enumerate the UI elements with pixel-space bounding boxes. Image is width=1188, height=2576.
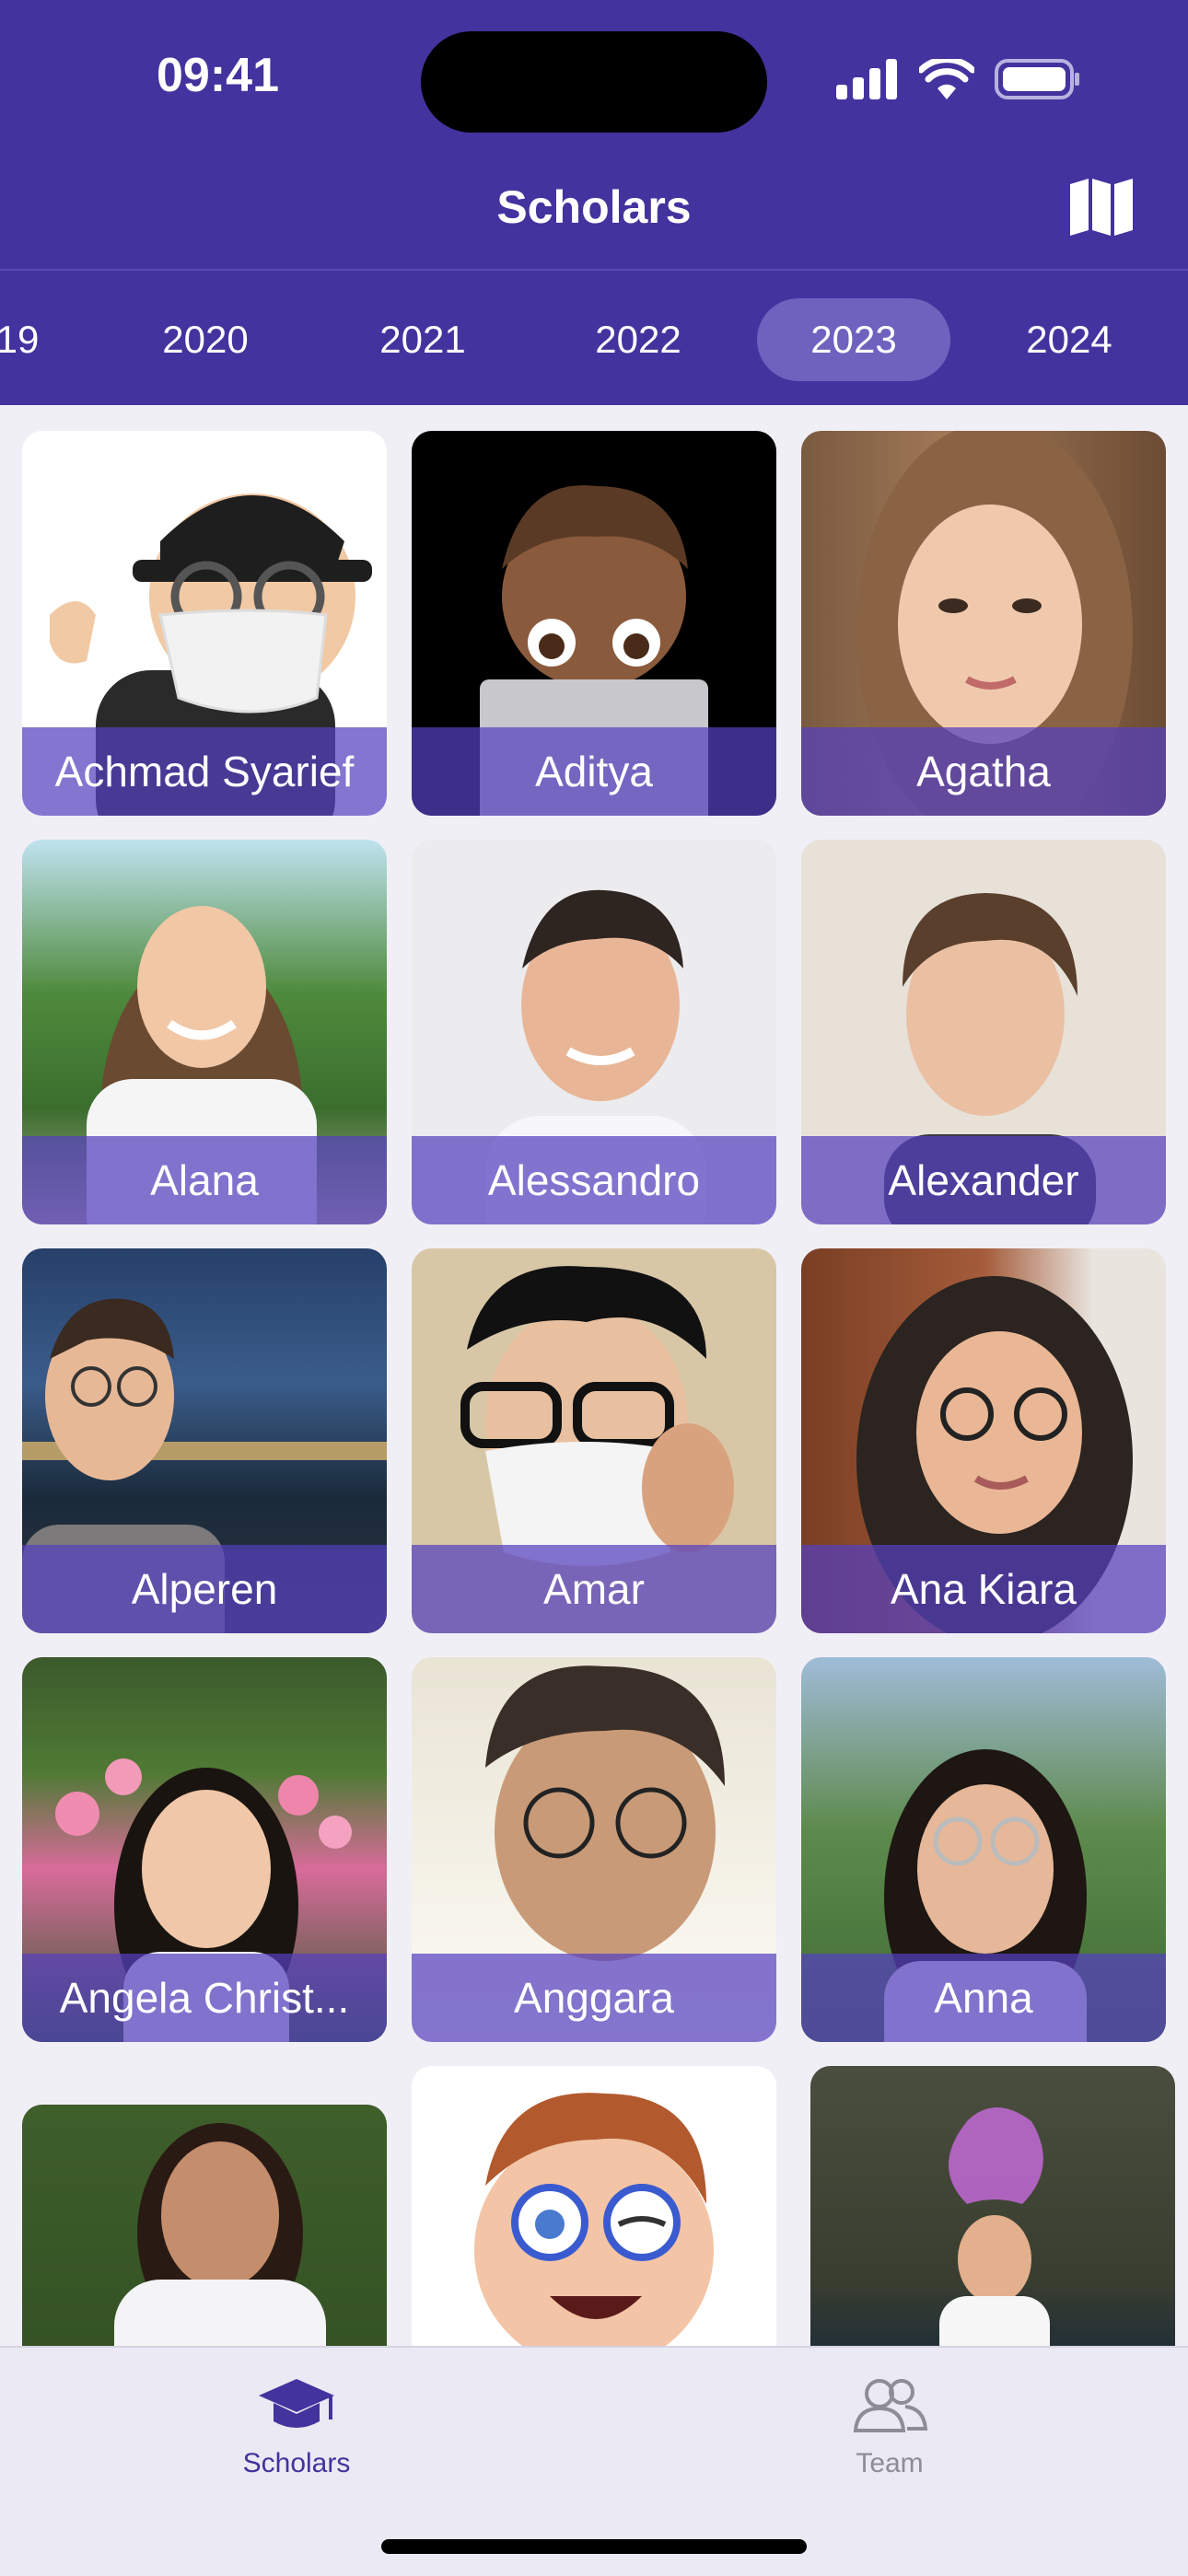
- scholar-photo: [810, 2066, 1175, 2348]
- scholar-name: Achmad Syarief: [22, 727, 387, 816]
- graduation-cap-icon: [259, 2379, 334, 2428]
- scholar-photo: [412, 2066, 776, 2348]
- year-tab-2021[interactable]: 2021: [326, 298, 519, 381]
- scholar-name: Amar: [412, 1545, 776, 1633]
- scholar-name: Anna: [801, 1954, 1166, 2042]
- header-divider: [0, 269, 1188, 271]
- wifi-icon: [919, 59, 974, 99]
- signal-icon: [836, 59, 897, 99]
- tab-team[interactable]: Team: [798, 2375, 982, 2479]
- year-tab-2023[interactable]: 2023: [757, 298, 950, 381]
- home-indicator: [381, 2539, 807, 2554]
- page-title: Scholars: [496, 181, 692, 233]
- tab-label: Team: [856, 2448, 924, 2478]
- scholar-card[interactable]: Anggara: [412, 1657, 776, 2042]
- scholar-card[interactable]: Alana: [22, 840, 387, 1224]
- scholar-name: Alexander: [801, 1136, 1166, 1224]
- header: 09:41 Scholars 19 2020 2021 2022 2023 20…: [0, 0, 1188, 405]
- scholar-card[interactable]: Alexander: [801, 840, 1166, 1224]
- scholar-card[interactable]: Alperen: [22, 1248, 387, 1633]
- scholar-grid: Achmad Syarief Aditya Agatha Alana Aless…: [0, 405, 1188, 2348]
- year-tab-2024[interactable]: 2024: [973, 298, 1166, 381]
- dynamic-island: [421, 31, 767, 133]
- scholar-card[interactable]: Ana Kiara: [801, 1248, 1166, 1633]
- year-tab-2022[interactable]: 2022: [542, 298, 735, 381]
- scholar-name: Agatha: [801, 727, 1166, 816]
- scholar-card[interactable]: Alessandro: [412, 840, 776, 1224]
- scholar-card[interactable]: [412, 2066, 776, 2348]
- status-icons: [836, 57, 1081, 101]
- scholar-name: Anggara: [412, 1954, 776, 2042]
- scholar-card[interactable]: Angela Christ...: [22, 1657, 387, 2042]
- battery-icon: [995, 59, 1079, 99]
- scholar-card[interactable]: [810, 2066, 1175, 2348]
- map-button[interactable]: [1068, 177, 1135, 238]
- scholar-name: Alessandro: [412, 1136, 776, 1224]
- scholar-card[interactable]: Achmad Syarief: [22, 431, 387, 816]
- scholar-name: Angela Christ...: [22, 1954, 387, 2042]
- people-icon: [853, 2379, 928, 2432]
- scholar-card[interactable]: [22, 2105, 387, 2348]
- scholar-card[interactable]: Agatha: [801, 431, 1166, 816]
- scholar-photo: [22, 2105, 387, 2348]
- scholar-name: Ana Kiara: [801, 1545, 1166, 1633]
- tab-scholars[interactable]: Scholars: [204, 2375, 389, 2479]
- year-selector[interactable]: 19 2020 2021 2022 2023 2024: [0, 273, 1188, 405]
- scholar-card[interactable]: Anna: [801, 1657, 1166, 2042]
- tab-label: Scholars: [242, 2448, 351, 2478]
- year-tab-2020[interactable]: 2020: [109, 298, 302, 381]
- year-tab-2019[interactable]: 19: [0, 298, 114, 381]
- status-time: 09:41: [157, 49, 279, 102]
- scholar-card[interactable]: Aditya: [412, 431, 776, 816]
- scholar-card[interactable]: Amar: [412, 1248, 776, 1633]
- scholar-name: Alana: [22, 1136, 387, 1224]
- scholar-name: Alperen: [22, 1545, 387, 1633]
- scholar-name: Aditya: [412, 727, 776, 816]
- map-icon: [1070, 179, 1133, 236]
